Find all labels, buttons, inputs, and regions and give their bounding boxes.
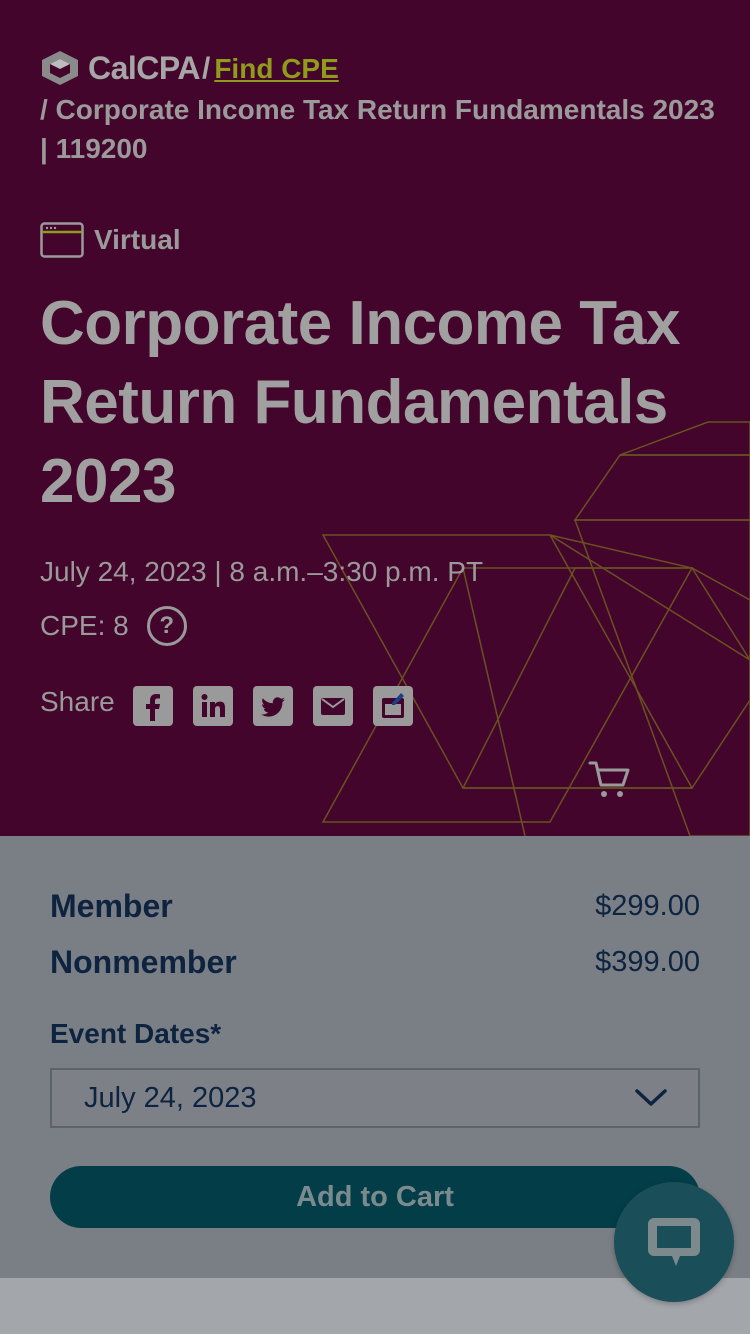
twitter-icon[interactable] [252, 686, 293, 726]
browser-window-icon [40, 222, 84, 258]
member-price-row: Member $299.00 [50, 888, 700, 925]
calendar-icon[interactable] [372, 686, 413, 726]
member-price: $299.00 [595, 890, 700, 922]
facebook-icon[interactable] [132, 686, 173, 726]
breadcrumb-current: / Corporate Income Tax Return Fundamenta… [40, 94, 715, 164]
breadcrumb-link-find-cpe[interactable]: Find CPE [214, 49, 338, 88]
event-date-select[interactable]: July 24, 2023 [50, 1068, 700, 1128]
share-bar: Share [40, 686, 433, 726]
course-date-time: July 24, 2023 | 8 a.m.–3:30 p.m. PT [40, 556, 484, 587]
breadcrumb-separator: / [201, 51, 211, 85]
cart-icon[interactable] [588, 760, 632, 800]
cpe-label: CPE: 8 [40, 610, 129, 641]
help-icon[interactable]: ? [146, 606, 187, 646]
page: CalCPA / Find CPE / Corporate Income Tax… [0, 0, 750, 1334]
add-to-cart-button[interactable]: Add to Cart [50, 1166, 700, 1228]
event-date-selected: July 24, 2023 [84, 1081, 257, 1114]
event-dates-label: Event Dates* [50, 1018, 222, 1049]
chevron-down-icon [635, 1089, 667, 1106]
calcpa-logo[interactable]: CalCPA [40, 49, 200, 88]
email-icon[interactable] [312, 686, 353, 726]
linkedin-icon[interactable] [192, 686, 233, 726]
share-label: Share [40, 686, 115, 717]
nonmember-price-row: Nonmember $399.00 [50, 944, 700, 981]
calcpa-logo-icon [42, 51, 78, 85]
format-label: Virtual [94, 224, 181, 255]
format-badge: Virtual [40, 222, 181, 258]
logo-text: CalCPA [88, 49, 200, 86]
course-title: Corporate Income Tax Return Fundamentals… [40, 289, 681, 516]
nonmember-label: Nonmember [50, 944, 237, 980]
chat-bubble-icon [648, 1218, 700, 1266]
nonmember-price: $399.00 [595, 946, 700, 978]
course-hero: CalCPA / Find CPE / Corporate Income Tax… [0, 0, 750, 836]
member-label: Member [50, 888, 173, 924]
cpe-credits: CPE: 8 ? [40, 606, 187, 646]
chat-button[interactable] [614, 1182, 734, 1302]
breadcrumb: CalCPA / Find CPE / Corporate Income Tax… [40, 48, 720, 168]
